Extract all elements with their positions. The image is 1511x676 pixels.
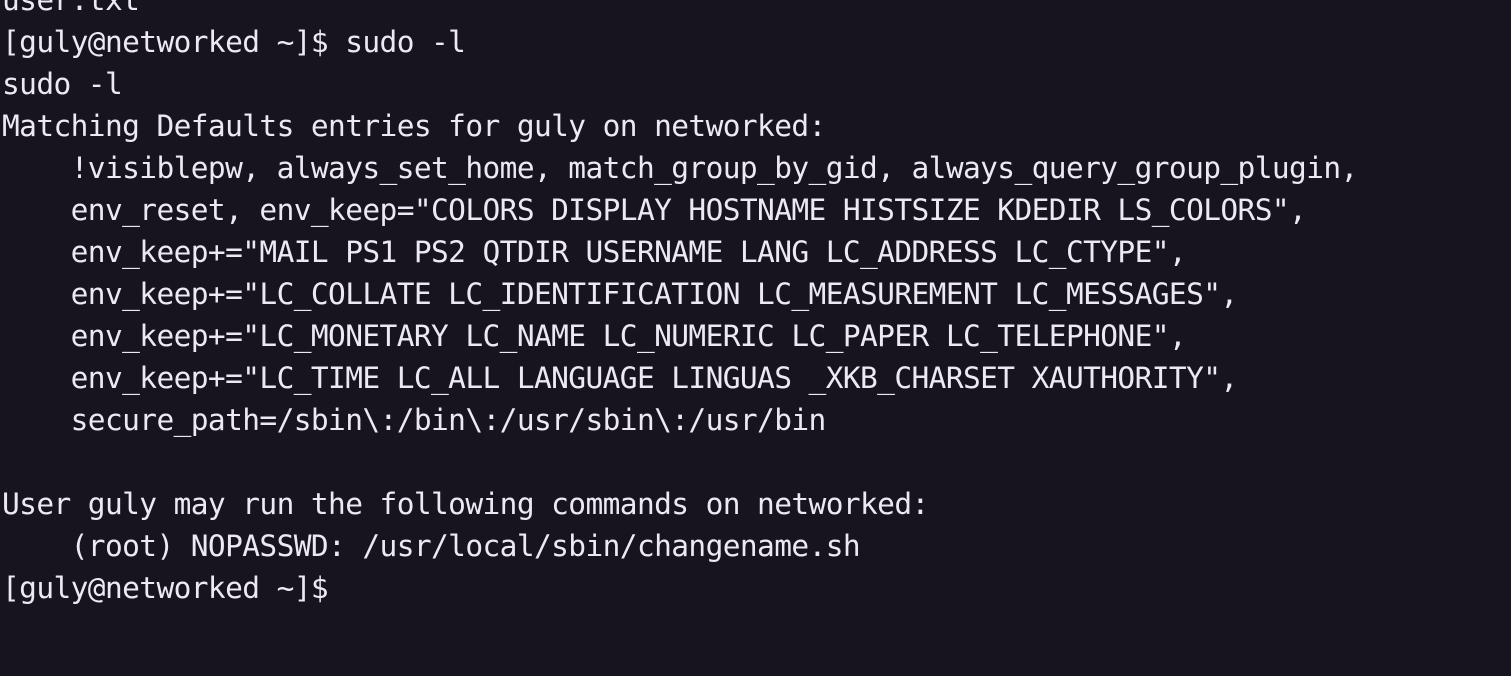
defaults-line: env_keep+="LC_TIME LC_ALL LANGUAGE LINGU… xyxy=(2,361,1239,395)
defaults-line: !visiblepw, always_set_home, match_group… xyxy=(2,151,1359,185)
terminal-window[interactable]: user.txt [guly@networked ~]$ sudo -l sud… xyxy=(0,0,1511,676)
defaults-line: env_keep+="LC_COLLATE LC_IDENTIFICATION … xyxy=(2,277,1239,311)
command-prompt-sudo: [guly@networked ~]$ sudo -l xyxy=(2,25,466,59)
defaults-line: env_keep+="LC_MONETARY LC_NAME LC_NUMERI… xyxy=(2,319,1187,353)
defaults-line: env_keep+="MAIL PS1 PS2 QTDIR USERNAME L… xyxy=(2,235,1187,269)
output-line-previous: user.txt xyxy=(2,0,140,17)
command-echo: sudo -l xyxy=(2,67,123,101)
defaults-line: env_reset, env_keep="COLORS DISPLAY HOST… xyxy=(2,193,1307,227)
secure-path-line: secure_path=/sbin\:/bin\:/usr/sbin\:/usr… xyxy=(2,403,827,437)
active-prompt[interactable]: [guly@networked ~]$ xyxy=(2,567,1358,609)
allowed-command-line: (root) NOPASSWD: /usr/local/sbin/changen… xyxy=(2,529,861,563)
defaults-header: Matching Defaults entries for guly on ne… xyxy=(2,109,826,143)
prompt-text: [guly@networked ~]$ xyxy=(2,571,346,605)
commands-header: User guly may run the following commands… xyxy=(2,487,929,521)
terminal-output: user.txt [guly@networked ~]$ sudo -l sud… xyxy=(2,0,1358,609)
